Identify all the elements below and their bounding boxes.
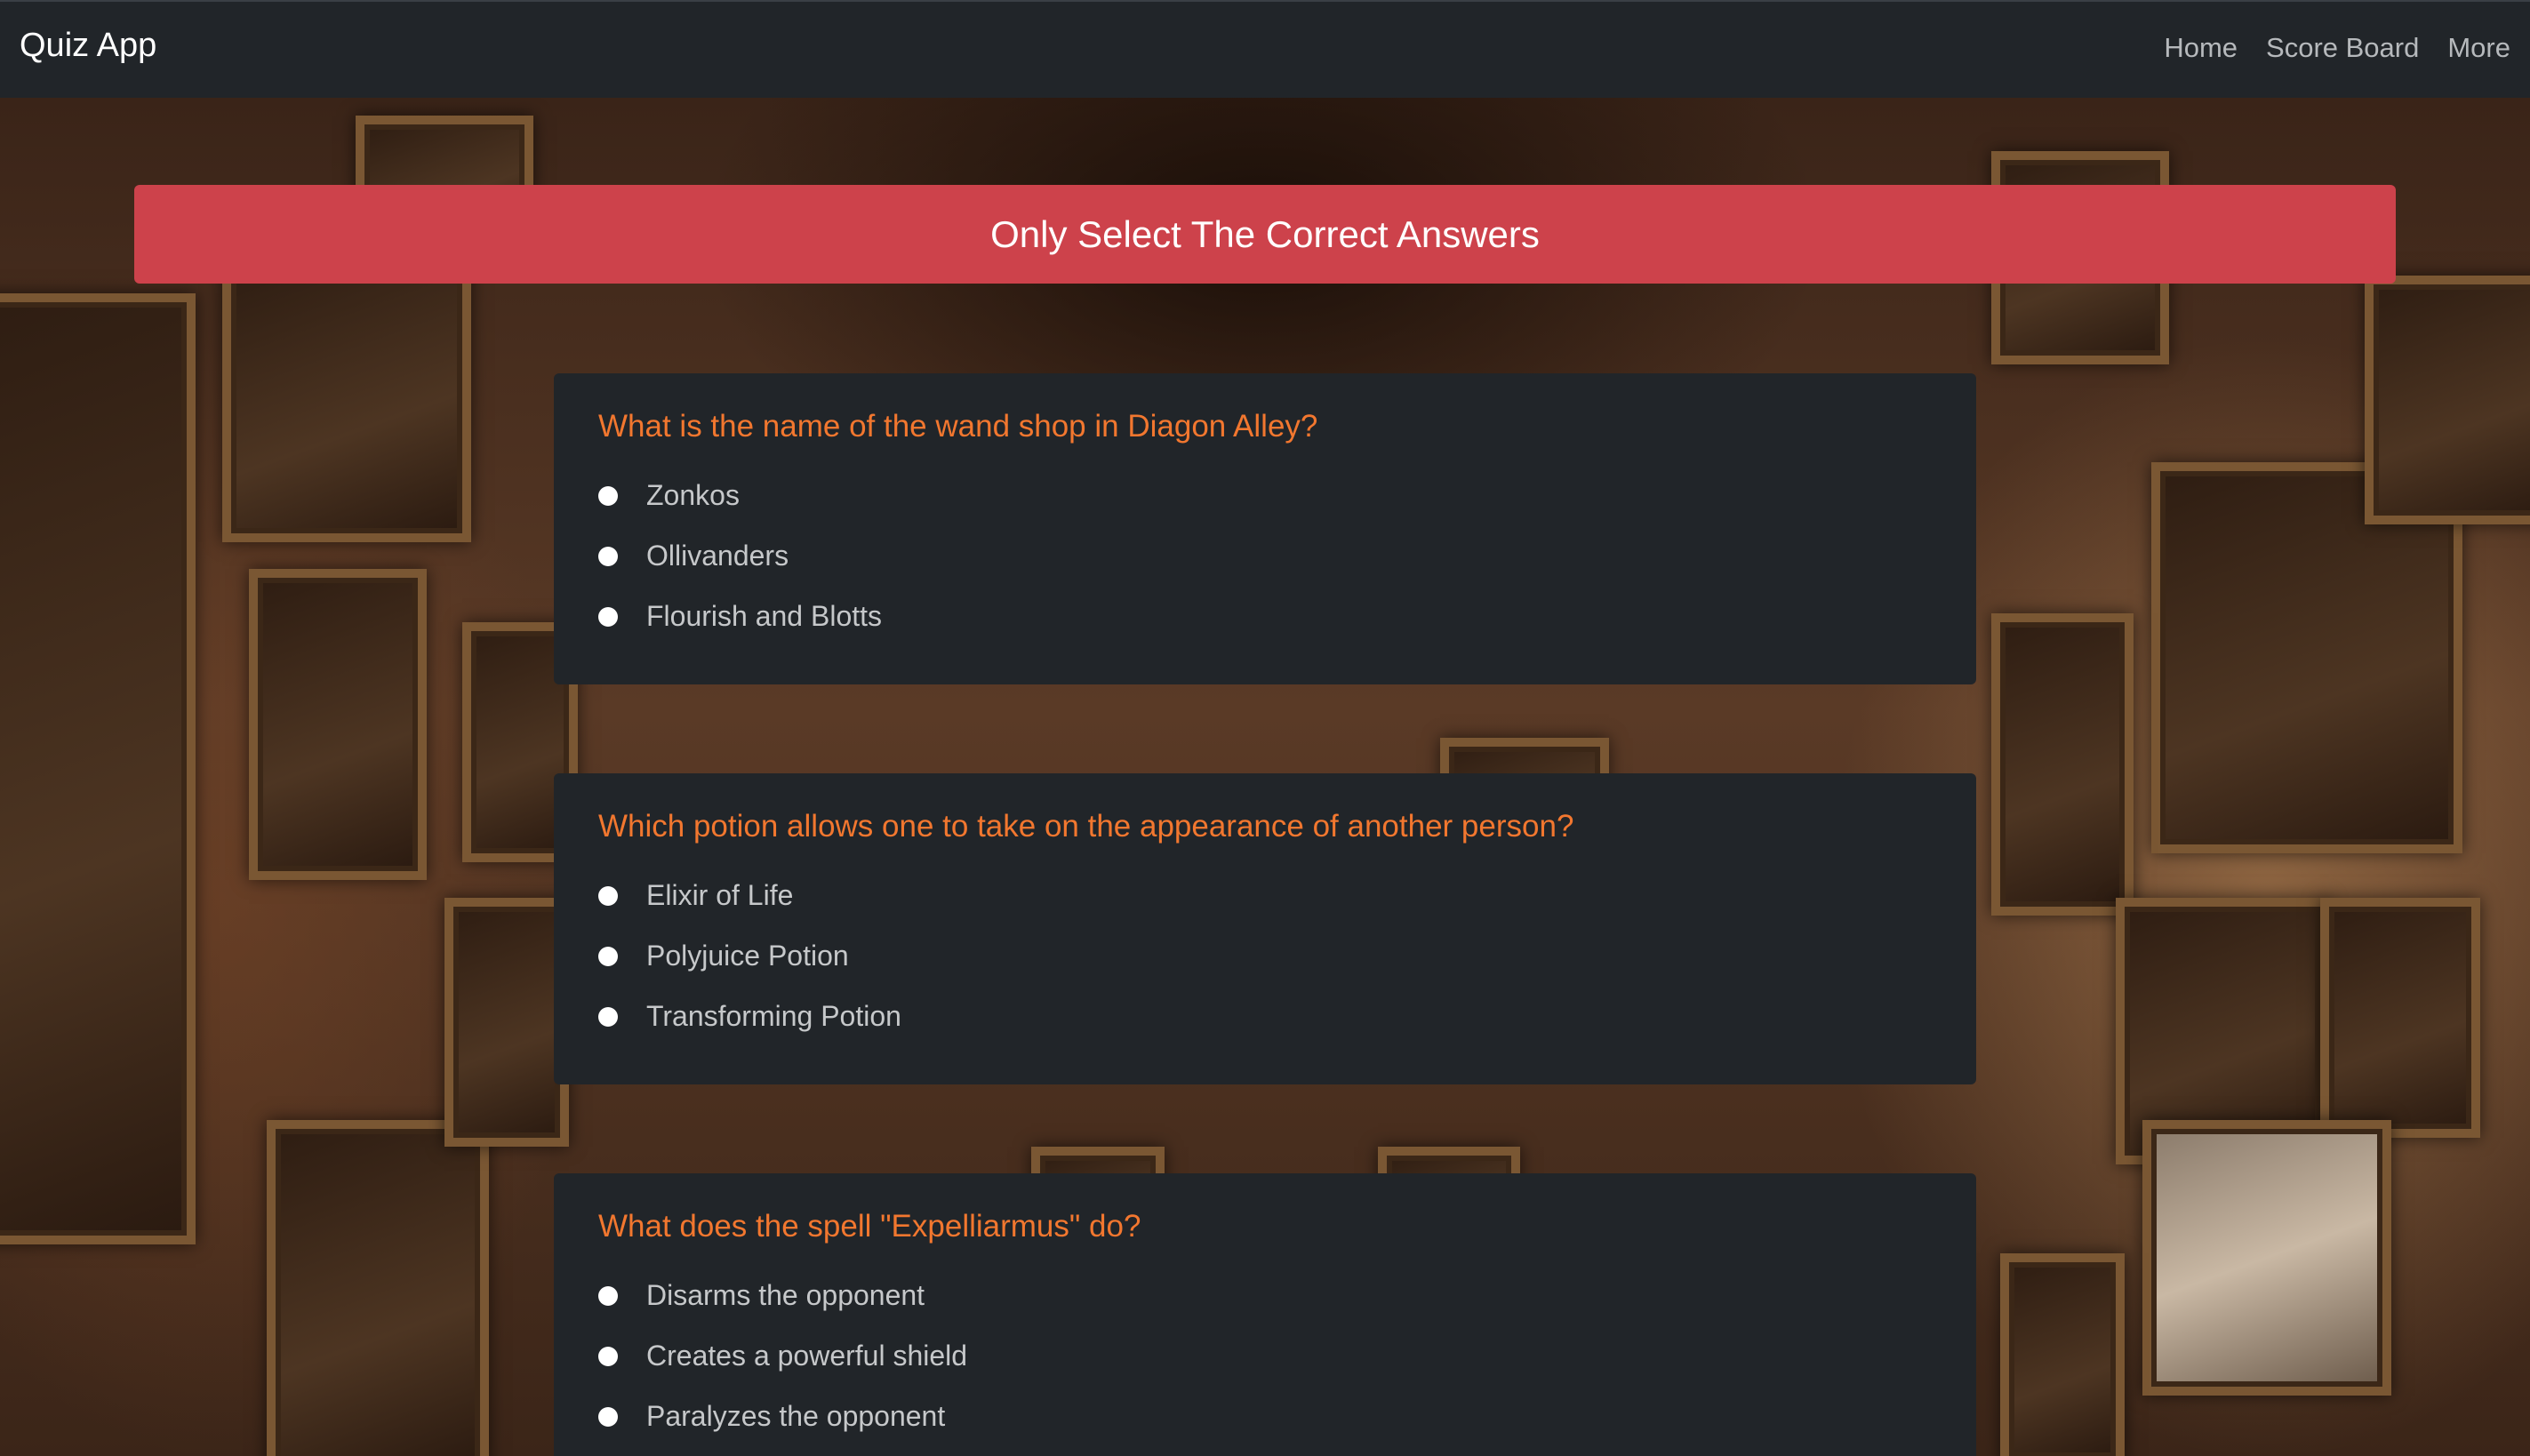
answer-options: Elixir of Life Polyjuice Potion Transfor…: [598, 866, 1932, 1047]
question-text: Which potion allows one to take on the a…: [598, 809, 1574, 844]
answer-option[interactable]: Zonkos: [598, 466, 1932, 526]
answer-options: Disarms the opponent Creates a powerful …: [598, 1266, 1932, 1447]
nav-link-home[interactable]: Home: [2164, 32, 2238, 64]
banner-text: Only Select The Correct Answers: [990, 212, 1540, 255]
answer-label: Flourish and Blotts: [646, 600, 883, 633]
radio-button[interactable]: [598, 1285, 618, 1306]
answer-label: Disarms the opponent: [646, 1279, 925, 1312]
painting-frame: [222, 258, 471, 542]
answer-option[interactable]: Ollivanders: [598, 526, 1932, 587]
answer-label: Zonkos: [646, 479, 740, 512]
radio-button[interactable]: [598, 1406, 618, 1427]
painting-frame: [2320, 898, 2480, 1138]
answer-option[interactable]: Flourish and Blotts: [598, 587, 1932, 647]
radio-button[interactable]: [598, 946, 618, 966]
radio-button[interactable]: [598, 1006, 618, 1027]
answer-option[interactable]: Elixir of Life: [598, 866, 1932, 926]
radio-button[interactable]: [598, 606, 618, 627]
instruction-banner: Only Select The Correct Answers: [134, 185, 2396, 284]
radio-button[interactable]: [598, 546, 618, 566]
answer-option[interactable]: Disarms the opponent: [598, 1266, 1932, 1326]
answer-label: Elixir of Life: [646, 879, 794, 912]
navbar: Quiz App Home Score Board More: [0, 0, 2530, 98]
answer-label: Paralyzes the opponent: [646, 1400, 946, 1433]
painting-frame: [2142, 1120, 2391, 1396]
brand-link[interactable]: Quiz App: [20, 27, 156, 65]
radio-button[interactable]: [598, 485, 618, 506]
question-text: What does the spell "Expelliarmus" do?: [598, 1209, 1141, 1244]
question-card: What is the name of the wand shop in Dia…: [554, 373, 1976, 684]
answer-option[interactable]: Polyjuice Potion: [598, 926, 1932, 987]
painting-frame: [0, 293, 196, 1244]
nav-links: Home Score Board More: [2164, 32, 2510, 64]
radio-button[interactable]: [598, 1346, 618, 1366]
painting-frame: [2365, 276, 2530, 524]
question-card: Which potion allows one to take on the a…: [554, 773, 1976, 1084]
radio-button[interactable]: [598, 885, 618, 906]
painting-frame: [2000, 1253, 2125, 1456]
answer-label: Ollivanders: [646, 540, 789, 572]
nav-link-score-board[interactable]: Score Board: [2266, 32, 2419, 64]
painting-frame: [1991, 613, 2134, 916]
answer-label: Creates a powerful shield: [646, 1340, 968, 1372]
answer-options: Zonkos Ollivanders Flourish and Blotts: [598, 466, 1932, 647]
painting-frame: [267, 1120, 489, 1456]
answer-label: Transforming Potion: [646, 1000, 901, 1033]
question-text: What is the name of the wand shop in Dia…: [598, 409, 1318, 444]
question-card: What does the spell "Expelliarmus" do? D…: [554, 1173, 1976, 1456]
answer-option[interactable]: Creates a powerful shield: [598, 1326, 1932, 1387]
answer-label: Polyjuice Potion: [646, 940, 849, 972]
answer-option[interactable]: Transforming Potion: [598, 987, 1932, 1047]
painting-frame: [249, 569, 427, 880]
answer-option[interactable]: Paralyzes the opponent: [598, 1387, 1932, 1447]
painting-frame: [444, 898, 569, 1147]
nav-link-more[interactable]: More: [2447, 32, 2510, 64]
